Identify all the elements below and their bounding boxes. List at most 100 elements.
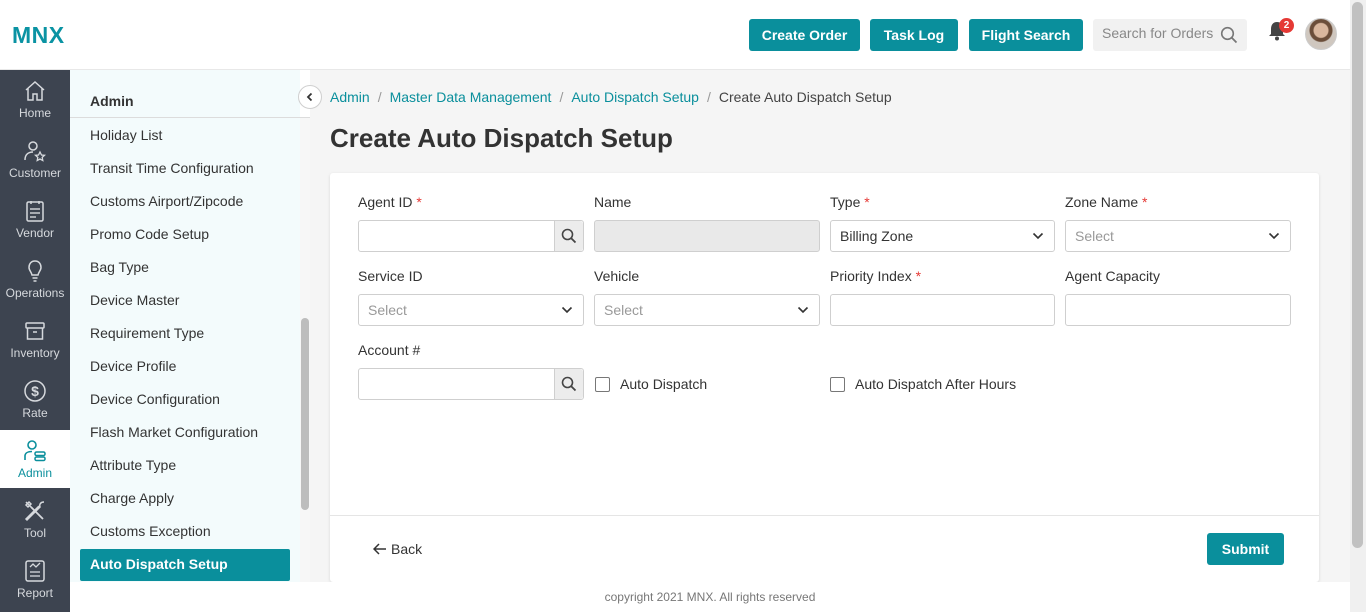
bulb-icon bbox=[28, 260, 42, 282]
nav-item-customer[interactable]: Customer bbox=[0, 130, 70, 188]
breadcrumb-separator: / bbox=[377, 89, 382, 105]
order-search-input[interactable]: Search for Orders bbox=[1093, 19, 1247, 51]
page-scrollbar[interactable] bbox=[1350, 0, 1366, 612]
type-label-text: Type bbox=[830, 194, 861, 210]
nav-label: Operations bbox=[5, 286, 65, 300]
breadcrumb-admin[interactable]: Admin bbox=[330, 89, 370, 105]
type-label: Type * bbox=[830, 194, 870, 210]
priority-index-label-text: Priority Index bbox=[830, 268, 912, 284]
nav-label: Rate bbox=[22, 406, 48, 420]
service-id-select[interactable]: Select bbox=[358, 294, 584, 326]
order-search-placeholder: Search for Orders bbox=[1102, 25, 1214, 41]
submenu-item-transit-time[interactable]: Transit Time Configuration bbox=[90, 160, 254, 176]
required-marker: * bbox=[416, 194, 422, 210]
submenu-item-attribute-type[interactable]: Attribute Type bbox=[90, 457, 176, 473]
auto-dispatch-label: Auto Dispatch bbox=[620, 376, 708, 392]
submit-button[interactable]: Submit bbox=[1207, 533, 1284, 565]
nav-label: Admin bbox=[17, 466, 52, 480]
vendor-icon bbox=[26, 201, 44, 222]
breadcrumb-separator: / bbox=[559, 89, 564, 105]
task-log-button[interactable]: Task Log bbox=[870, 19, 958, 51]
agent-id-label: Agent ID * bbox=[358, 194, 422, 210]
flight-search-button[interactable]: Flight Search bbox=[969, 19, 1083, 51]
collapse-sidebar-button[interactable] bbox=[298, 85, 322, 109]
back-label: Back bbox=[391, 541, 423, 557]
submenu-item-auto-dispatch-setup[interactable]: Auto Dispatch Setup bbox=[80, 549, 290, 581]
search-icon bbox=[561, 228, 577, 244]
notification-badge: 2 bbox=[1279, 18, 1294, 33]
nav-item-tool[interactable]: Tool bbox=[0, 490, 70, 548]
submenu-item-bag-type[interactable]: Bag Type bbox=[90, 259, 149, 275]
footer: copyright 2021 MNX. All rights reserved bbox=[70, 582, 1350, 612]
breadcrumb-auto-dispatch[interactable]: Auto Dispatch Setup bbox=[571, 89, 699, 105]
priority-index-input[interactable] bbox=[830, 294, 1055, 326]
submenu-scrollbar-thumb[interactable] bbox=[301, 318, 309, 510]
submenu-item-customs-airport[interactable]: Customs Airport/Zipcode bbox=[90, 193, 243, 209]
back-button[interactable]: Back bbox=[373, 541, 422, 557]
required-marker: * bbox=[915, 268, 922, 284]
create-order-button[interactable]: Create Order bbox=[749, 19, 860, 51]
admin-submenu: Admin Holiday List Transit Time Configur… bbox=[70, 70, 310, 582]
zone-name-placeholder: Select bbox=[1075, 228, 1114, 244]
required-marker: * bbox=[864, 194, 870, 210]
submenu-item-requirement-type[interactable]: Requirement Type bbox=[90, 325, 204, 341]
agent-id-input[interactable] bbox=[358, 220, 584, 252]
search-icon[interactable] bbox=[1220, 26, 1238, 44]
auto-dispatch-after-hours-checkbox[interactable]: Auto Dispatch After Hours bbox=[830, 376, 1016, 392]
customer-icon bbox=[24, 141, 47, 162]
priority-index-label: Priority Index * bbox=[830, 268, 921, 284]
vehicle-label: Vehicle bbox=[594, 268, 640, 284]
submenu-item-promo-code[interactable]: Promo Code Setup bbox=[90, 226, 209, 242]
agent-capacity-label: Agent Capacity bbox=[1065, 268, 1160, 284]
submenu-title: Admin bbox=[90, 93, 134, 109]
submenu-item-customs-exception[interactable]: Customs Exception bbox=[90, 523, 211, 539]
main-nav: Home Customer Vendor Operations Inventor… bbox=[0, 70, 70, 612]
submenu-item-device-configuration[interactable]: Device Configuration bbox=[90, 391, 220, 407]
nav-item-operations[interactable]: Operations bbox=[0, 250, 70, 308]
submenu-scrollbar[interactable] bbox=[300, 118, 310, 582]
form-card: Agent ID * Name Type * Billing Zone Zone… bbox=[330, 173, 1319, 582]
type-select-value: Billing Zone bbox=[840, 228, 914, 244]
report-icon bbox=[25, 560, 45, 582]
checkbox-box[interactable] bbox=[595, 376, 610, 392]
auto-dispatch-checkbox[interactable]: Auto Dispatch bbox=[595, 376, 707, 392]
nav-item-home[interactable]: Home bbox=[0, 70, 70, 128]
home-icon bbox=[25, 80, 45, 101]
account-input[interactable] bbox=[358, 368, 584, 400]
chevron-down-icon bbox=[561, 306, 573, 314]
avatar[interactable] bbox=[1305, 18, 1337, 50]
nav-item-rate[interactable]: $ Rate bbox=[0, 370, 70, 428]
submenu-item-holiday-list[interactable]: Holiday List bbox=[90, 127, 162, 143]
chevron-left-icon bbox=[306, 92, 313, 102]
zone-name-label-text: Zone Name bbox=[1065, 194, 1139, 210]
nav-item-vendor[interactable]: Vendor bbox=[0, 190, 70, 248]
vehicle-select[interactable]: Select bbox=[594, 294, 820, 326]
submenu-item-device-master[interactable]: Device Master bbox=[90, 292, 179, 308]
page-scrollbar-thumb[interactable] bbox=[1352, 2, 1363, 548]
nav-item-report[interactable]: Report bbox=[0, 550, 70, 608]
breadcrumb-master-data[interactable]: Master Data Management bbox=[390, 89, 552, 105]
zone-name-label: Zone Name * bbox=[1065, 194, 1148, 210]
agent-capacity-input[interactable] bbox=[1065, 294, 1291, 326]
tools-icon bbox=[24, 500, 45, 522]
admin-icon bbox=[24, 440, 46, 462]
checkbox-box[interactable] bbox=[830, 376, 845, 392]
mnx-logo[interactable]: MNX bbox=[12, 22, 65, 49]
nav-item-admin[interactable]: Admin bbox=[0, 430, 70, 488]
chevron-down-icon bbox=[797, 306, 809, 314]
submenu-item-device-profile[interactable]: Device Profile bbox=[90, 358, 176, 374]
breadcrumb-separator: / bbox=[706, 89, 711, 105]
submenu-item-charge-apply[interactable]: Charge Apply bbox=[90, 490, 174, 506]
svg-text:$: $ bbox=[31, 383, 39, 399]
nav-item-inventory[interactable]: Inventory bbox=[0, 310, 70, 368]
name-label: Name bbox=[594, 194, 632, 210]
agent-id-label-text: Agent ID bbox=[358, 194, 413, 210]
nav-label: Inventory bbox=[10, 346, 60, 360]
zone-name-select[interactable]: Select bbox=[1065, 220, 1291, 252]
type-select[interactable]: Billing Zone bbox=[830, 220, 1055, 252]
agent-id-search-button[interactable] bbox=[554, 221, 583, 251]
account-search-button[interactable] bbox=[554, 369, 583, 399]
submenu-item-flash-market[interactable]: Flash Market Configuration bbox=[90, 424, 258, 440]
auto-dispatch-after-hours-label: Auto Dispatch After Hours bbox=[855, 376, 1017, 392]
service-id-placeholder: Select bbox=[368, 302, 407, 318]
